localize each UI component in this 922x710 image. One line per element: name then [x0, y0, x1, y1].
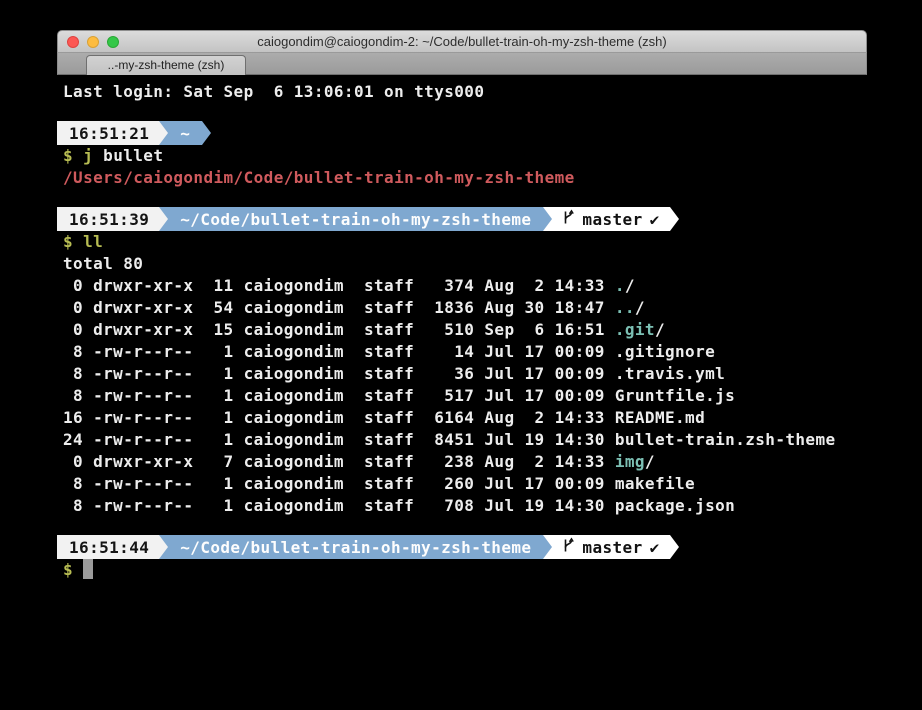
titlebar[interactable]: caiogondim@caiogondim-2: ~/Code/bullet-t… [57, 30, 867, 53]
ls-row-meta: 8 -rw-r--r-- 1 caiogondim staff 260 Jul … [63, 474, 615, 493]
prompt-time-segment: 16:51:39 [57, 207, 159, 231]
ls-total-line: total 80 [57, 253, 867, 275]
git-branch-name: master [582, 210, 642, 229]
ls-row-meta: 0 drwxr-xr-x 54 caiogondim staff 1836 Au… [63, 298, 615, 317]
last-login-line: Last login: Sat Sep 6 13:06:01 on ttys00… [57, 81, 867, 103]
ls-row: 16 -rw-r--r-- 1 caiogondim staff 6164 Au… [57, 407, 867, 429]
command-text: ll [73, 232, 103, 251]
dir-slash: / [635, 298, 645, 317]
command-text: j [73, 146, 93, 165]
ls-row-meta: 24 -rw-r--r-- 1 caiogondim staff 8451 Ju… [63, 430, 615, 449]
tab-zsh[interactable]: ..-my-zsh-theme (zsh) [86, 55, 246, 75]
ls-row: 24 -rw-r--r-- 1 caiogondim staff 8451 Ju… [57, 429, 867, 451]
file-name: README.md [615, 408, 705, 427]
prompt-symbol: $ [63, 560, 73, 579]
ls-row-meta: 0 drwxr-xr-x 11 caiogondim staff 374 Aug… [63, 276, 615, 295]
directory-name: .git [615, 320, 655, 339]
command-line: $ ll [57, 231, 867, 253]
ls-row-meta: 8 -rw-r--r-- 1 caiogondim staff 517 Jul … [63, 386, 615, 405]
dir-slash: / [655, 320, 665, 339]
ls-row: 8 -rw-r--r-- 1 caiogondim staff 708 Jul … [57, 495, 867, 517]
command-line: $ [57, 559, 867, 581]
ls-row: 8 -rw-r--r-- 1 caiogondim staff 14 Jul 1… [57, 341, 867, 363]
ls-row: 8 -rw-r--r-- 1 caiogondim staff 517 Jul … [57, 385, 867, 407]
prompt-git-segment: master ✔ [552, 535, 669, 559]
dir-slash: / [625, 276, 635, 295]
ls-row-meta: 8 -rw-r--r-- 1 caiogondim staff 708 Jul … [63, 496, 615, 515]
file-name: bullet-train.zsh-theme [615, 430, 836, 449]
ls-row-meta: 0 drwxr-xr-x 7 caiogondim staff 238 Aug … [63, 452, 615, 471]
blank-line [57, 189, 867, 207]
prompt-bar: 16:51:44 ~/Code/bullet-train-oh-my-zsh-th… [57, 535, 867, 559]
ls-row-meta: 16 -rw-r--r-- 1 caiogondim staff 6164 Au… [63, 408, 615, 427]
git-clean-check-icon: ✔ [650, 210, 660, 229]
window-title: caiogondim@caiogondim-2: ~/Code/bullet-t… [58, 31, 866, 54]
git-clean-check-icon: ✔ [650, 538, 660, 557]
prompt-time-segment: 16:51:21 [57, 121, 159, 145]
ls-row-meta: 8 -rw-r--r-- 1 caiogondim staff 36 Jul 1… [63, 364, 615, 383]
powerline-arrow-icon [543, 535, 552, 559]
tab-label: ..-my-zsh-theme (zsh) [108, 58, 225, 72]
powerline-arrow-icon [159, 535, 168, 559]
prompt-path-segment: ~/Code/bullet-train-oh-my-zsh-theme [168, 207, 543, 231]
blank-line [57, 517, 867, 535]
prompt-bar: 16:51:39 ~/Code/bullet-train-oh-my-zsh-th… [57, 207, 867, 231]
ls-rows: 0 drwxr-xr-x 11 caiogondim staff 374 Aug… [57, 275, 867, 517]
ls-row: 0 drwxr-xr-x 7 caiogondim staff 238 Aug … [57, 451, 867, 473]
powerline-arrow-icon [670, 535, 679, 559]
prompt-path-segment: ~ [168, 121, 202, 145]
git-branch-icon [562, 537, 575, 558]
tab-bar: ..-my-zsh-theme (zsh) [57, 53, 867, 75]
ls-row: 8 -rw-r--r-- 1 caiogondim staff 260 Jul … [57, 473, 867, 495]
ls-row: 8 -rw-r--r-- 1 caiogondim staff 36 Jul 1… [57, 363, 867, 385]
directory-name: .. [615, 298, 635, 317]
git-branch-icon [562, 209, 575, 230]
prompt-time-segment: 16:51:44 [57, 535, 159, 559]
ls-row: 0 drwxr-xr-x 11 caiogondim staff 374 Aug… [57, 275, 867, 297]
powerline-arrow-icon [670, 207, 679, 231]
directory-name: img [615, 452, 645, 471]
prompt-bar: 16:51:21 ~ [57, 121, 867, 145]
file-name: .travis.yml [615, 364, 725, 383]
prompt-symbol: $ [63, 232, 73, 251]
ls-row-meta: 0 drwxr-xr-x 15 caiogondim staff 510 Sep… [63, 320, 615, 339]
prompt-path-segment: ~/Code/bullet-train-oh-my-zsh-theme [168, 535, 543, 559]
command-line: $ j bullet [57, 145, 867, 167]
command-args: bullet [93, 146, 163, 165]
screen: caiogondim@caiogondim-2: ~/Code/bullet-t… [0, 0, 922, 710]
powerline-arrow-icon [159, 207, 168, 231]
powerline-arrow-icon [159, 121, 168, 145]
jump-output-line: /Users/caiogondim/Code/bullet-train-oh-m… [57, 167, 867, 189]
ls-row-meta: 8 -rw-r--r-- 1 caiogondim staff 14 Jul 1… [63, 342, 615, 361]
git-branch-name: master [582, 538, 642, 557]
last-login-text: Last login: Sat Sep 6 13:06:01 on ttys00… [63, 82, 484, 101]
powerline-arrow-icon [543, 207, 552, 231]
prompt-symbol: $ [63, 146, 73, 165]
file-name: makefile [615, 474, 695, 493]
dir-slash: / [645, 452, 655, 471]
prompt-git-segment: master ✔ [552, 207, 669, 231]
blank-line [57, 103, 867, 121]
ls-row: 0 drwxr-xr-x 54 caiogondim staff 1836 Au… [57, 297, 867, 319]
terminal-cursor[interactable] [83, 559, 93, 579]
ls-row: 0 drwxr-xr-x 15 caiogondim staff 510 Sep… [57, 319, 867, 341]
terminal-window: caiogondim@caiogondim-2: ~/Code/bullet-t… [57, 30, 867, 710]
directory-name: . [615, 276, 625, 295]
file-name: package.json [615, 496, 735, 515]
file-name: .gitignore [615, 342, 715, 361]
file-name: Gruntfile.js [615, 386, 735, 405]
powerline-arrow-icon [202, 121, 211, 145]
terminal-body[interactable]: Last login: Sat Sep 6 13:06:01 on ttys00… [57, 75, 867, 710]
